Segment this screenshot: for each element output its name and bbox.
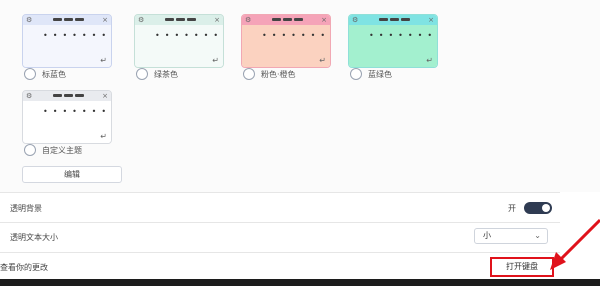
theme-blue[interactable]: ⚙ × •••••••• ↵ 标蓝色: [22, 14, 112, 80]
theme-radio-row[interactable]: 蓝绿色: [348, 68, 392, 80]
dash-mark: [176, 18, 185, 21]
dash-mark: [75, 94, 84, 97]
radio-button[interactable]: [136, 68, 148, 80]
setting-label: 查看你的更改: [0, 263, 48, 272]
keyboard-dots: ••••••••: [262, 31, 330, 40]
theme-preview-card[interactable]: ⚙ × •••••••• ↵: [22, 90, 112, 144]
dash-mark: [272, 18, 281, 21]
theme-label: 绿茶色: [154, 69, 178, 79]
enter-icon: ↵: [319, 56, 326, 65]
gear-icon: ⚙: [352, 16, 359, 24]
setting-label: 透明文本大小: [10, 233, 58, 242]
theme-radio-row[interactable]: 自定义主题: [22, 144, 82, 156]
theme-label: 自定义主题: [42, 145, 82, 155]
divider: [0, 252, 560, 253]
theme-radio-row[interactable]: 绿茶色: [134, 68, 178, 80]
enter-icon: ↵: [100, 56, 107, 65]
theme-blue-green[interactable]: ⚙ × •••••••• ↵ 蓝绿色: [348, 14, 438, 80]
enter-icon: ↵: [426, 56, 433, 65]
radio-button[interactable]: [350, 68, 362, 80]
close-icon: ×: [102, 92, 108, 100]
dash-mark: [283, 18, 292, 21]
radio-button[interactable]: [24, 68, 36, 80]
theme-pink-orange[interactable]: ⚙ × •••••••• ↵ 粉色·橙色: [241, 14, 331, 80]
radio-button[interactable]: [24, 144, 36, 156]
close-icon: ×: [214, 16, 220, 24]
dash-mark: [53, 94, 62, 97]
keyboard-dots: ••••••••: [369, 31, 437, 40]
dash-mark: [165, 18, 174, 21]
theme-label: 蓝绿色: [368, 69, 392, 79]
keyboard-dots: ••••••••: [43, 107, 111, 116]
setting-transparent-background: 透明背景 开: [0, 200, 560, 218]
divider: [0, 222, 560, 223]
dash-mark: [294, 18, 303, 21]
dash-mark: [379, 18, 388, 21]
enter-icon: ↵: [100, 132, 107, 141]
dash-mark: [53, 18, 62, 21]
theme-preview-card[interactable]: ⚙ × •••••••• ↵: [134, 14, 224, 68]
theme-preview-card[interactable]: ⚙ × •••••••• ↵: [348, 14, 438, 68]
theme-label: 标蓝色: [42, 69, 66, 79]
setting-open-keyboard: 查看你的更改: [0, 258, 560, 276]
gear-icon: ⚙: [26, 92, 33, 100]
theme-radio-row[interactable]: 标蓝色: [22, 68, 66, 80]
enter-icon: ↵: [212, 56, 219, 65]
gear-icon: ⚙: [245, 16, 252, 24]
keyboard-dots: ••••••••: [43, 31, 111, 40]
theme-preview-card[interactable]: ⚙ × •••••••• ↵: [22, 14, 112, 68]
dash-mark: [390, 18, 399, 21]
arrow-shaft: [556, 218, 600, 264]
divider: [0, 192, 560, 193]
theme-gallery: ⚙ × •••••••• ↵ 标蓝色 ⚙ × •••••••• ↵ 绿茶色: [0, 0, 600, 192]
setting-label: 透明背景: [10, 204, 42, 213]
close-icon: ×: [428, 16, 434, 24]
bottom-edge: [0, 279, 600, 286]
theme-radio-row[interactable]: 粉色·橙色: [241, 68, 296, 80]
close-icon: ×: [321, 16, 327, 24]
dash-mark: [187, 18, 196, 21]
close-icon: ×: [102, 16, 108, 24]
dash-mark: [401, 18, 410, 21]
dash-mark: [75, 18, 84, 21]
gear-icon: ⚙: [138, 16, 145, 24]
theme-preview-card[interactable]: ⚙ × •••••••• ↵: [241, 14, 331, 68]
selected-value: 小: [483, 231, 491, 240]
keyboard-dots: ••••••••: [155, 31, 223, 40]
gear-icon: ⚙: [26, 16, 33, 24]
edit-theme-button[interactable]: 编辑: [22, 166, 122, 183]
dash-mark: [64, 94, 73, 97]
radio-button[interactable]: [243, 68, 255, 80]
red-arrow-annotation: [550, 218, 600, 270]
theme-label: 粉色·橙色: [261, 69, 296, 79]
setting-text-size: 透明文本大小 小 ⌄: [0, 228, 560, 246]
dash-mark: [64, 18, 73, 21]
theme-green-tea[interactable]: ⚙ × •••••••• ↵ 绿茶色: [134, 14, 224, 80]
theme-custom[interactable]: ⚙ × •••••••• ↵ 自定义主题: [22, 90, 112, 156]
